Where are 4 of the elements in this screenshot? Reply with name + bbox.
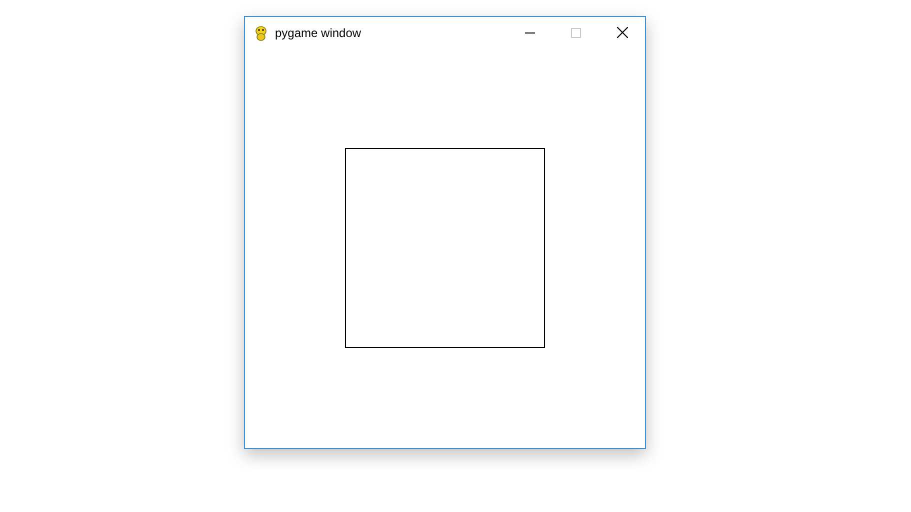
window-title: pygame window: [275, 26, 362, 40]
close-icon: [616, 27, 628, 38]
snake-logo-icon: [253, 24, 269, 40]
maximize-icon: [571, 28, 581, 38]
